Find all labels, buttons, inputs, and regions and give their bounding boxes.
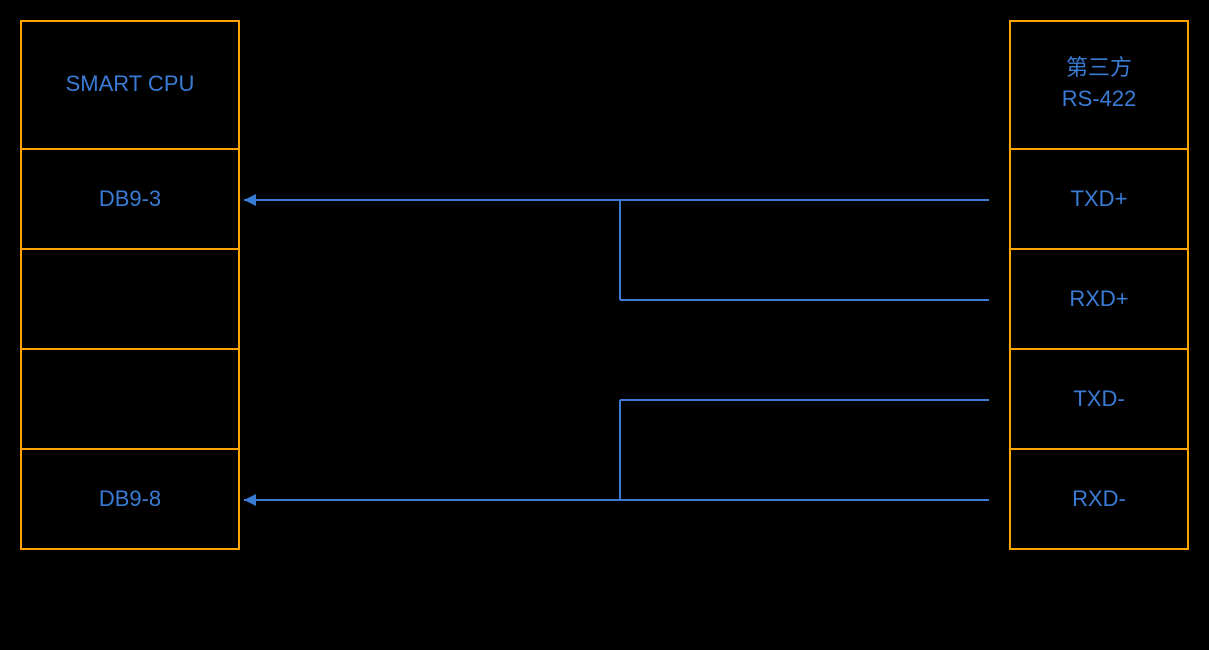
db9-3-label: DB9-3 [99,186,161,212]
db9-8-label: DB9-8 [99,486,161,512]
right-row-rxd-minus: RXD- [1009,450,1189,550]
third-party-label: 第三方 RS-422 [1062,53,1137,115]
left-row-empty-3 [20,550,240,650]
left-row-db9-8: DB9-8 [20,450,240,550]
left-row-db9-3: DB9-3 [20,150,240,250]
right-header: 第三方 RS-422 [1009,20,1189,150]
left-row-empty-2 [20,350,240,450]
rxd-minus-label: RXD- [1072,486,1126,512]
rxd-plus-label: RXD+ [1069,286,1128,312]
smart-cpu-label: SMART CPU [66,71,195,97]
diagram: SMART CPU DB9-3 DB9-8 第三方 RS-422 TXD+ RX… [0,0,1209,569]
right-row-txd-minus: TXD- [1009,350,1189,450]
left-row-empty-1 [20,250,240,350]
txd-minus-label: TXD- [1073,386,1124,412]
right-row-txd-plus: TXD+ [1009,150,1189,250]
right-row-rxd-plus: RXD+ [1009,250,1189,350]
right-row-empty-r [1009,550,1189,650]
txd-plus-label: TXD+ [1071,186,1128,212]
left-header: SMART CPU [20,20,240,150]
